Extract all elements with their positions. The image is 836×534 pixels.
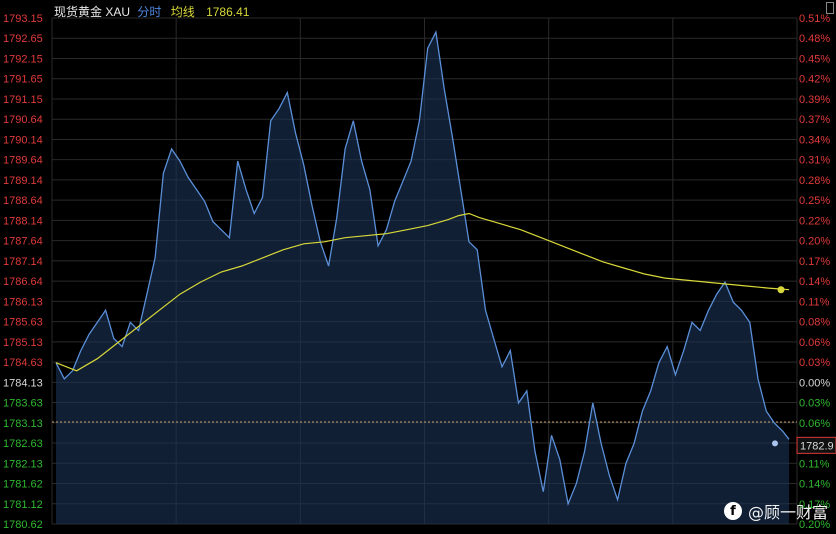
- y-tick-left: 1791.15: [3, 94, 43, 106]
- y-tick-left: 1786.64: [3, 276, 43, 288]
- y-tick-left: 1784.13: [3, 377, 43, 389]
- header-bar: 现货黄金 XAU 分时 均线 1786.41: [54, 3, 249, 20]
- y-tick-left: 1787.64: [3, 236, 43, 248]
- y-tick-right: 0.06%: [799, 337, 830, 349]
- y-tick-left: 1780.62: [3, 519, 43, 529]
- y-tick-right: 0.37%: [799, 114, 830, 126]
- y-tick-right: 0.20%: [799, 236, 830, 248]
- y-tick-left: 1788.64: [3, 195, 43, 207]
- y-tick-left: 1790.64: [3, 114, 43, 126]
- y-tick-right: 0.28%: [799, 175, 830, 187]
- y-tick-right: 0.25%: [799, 195, 830, 207]
- y-tick-right: 0.39%: [799, 94, 830, 106]
- y-tick-right: 0.00%: [799, 377, 830, 389]
- mode-tab[interactable]: 分时: [137, 5, 161, 19]
- y-tick-left: 1789.14: [3, 175, 43, 187]
- y-tick-right: 0.08%: [799, 317, 830, 329]
- y-tick-left: 1789.64: [3, 155, 43, 167]
- y-tick-right: 0.22%: [799, 215, 830, 227]
- y-tick-right: 0.03%: [799, 357, 830, 369]
- y-tick-left: 1785.13: [3, 337, 43, 349]
- y-tick-right: 0.03%: [799, 398, 830, 410]
- y-tick-left: 1788.14: [3, 215, 43, 227]
- watermark: f @顾一财富: [723, 499, 828, 523]
- chart-area: 1793.15 1792.65 1792.15 1791.65 1791.15 1790.…: [0, 0, 836, 531]
- average-end-dot: [777, 286, 785, 294]
- y-tick-left: 1783.63: [3, 398, 43, 410]
- price-end-dot: [772, 440, 778, 447]
- y-tick-left: 1782.63: [3, 438, 43, 450]
- y-tick-right: 0.14%: [799, 479, 830, 491]
- y-tick-left: 1792.65: [3, 33, 43, 45]
- y-tick-left: 1781.12: [3, 499, 43, 511]
- y-tick-right: 0.51%: [799, 13, 830, 25]
- y-tick-right: 0.06%: [799, 418, 830, 430]
- y-tick-left: 1787.14: [3, 256, 43, 268]
- y-tick-left: 1786.13: [3, 296, 43, 308]
- instrument-name: 现货黄金 XAU: [54, 5, 131, 19]
- y-tick-right: 0.34%: [799, 134, 830, 146]
- ma-value: 1786.41: [206, 5, 250, 19]
- y-tick-right: 0.42%: [799, 74, 830, 86]
- last-price-label: 1782.9: [800, 440, 834, 452]
- y-tick-right: 0.31%: [799, 155, 830, 167]
- brand-logo-icon: f: [723, 502, 742, 520]
- y-tick-right: 0.17%: [799, 256, 830, 268]
- y-tick-right: 0.14%: [799, 276, 830, 288]
- watermark-text: @顾一财富: [747, 503, 828, 522]
- y-tick-right: 0.45%: [799, 53, 830, 65]
- y-tick-left: 1783.13: [3, 418, 43, 430]
- y-tick-right: 0.48%: [799, 33, 830, 45]
- y-tick-right: 0.11%: [799, 296, 830, 308]
- ma-label: 均线: [170, 5, 195, 19]
- chart-svg: 1793.15 1792.65 1792.15 1791.65 1791.15 1790.…: [3, 13, 836, 531]
- y-tick-right: 0.11%: [799, 458, 830, 470]
- price-area: [56, 32, 789, 524]
- y-tick-left: 1790.14: [3, 134, 43, 146]
- y-tick-left: 1782.13: [3, 458, 43, 470]
- y-tick-left: 1791.65: [3, 74, 43, 86]
- y-tick-left: 1793.15: [3, 13, 43, 25]
- y-tick-left: 1781.62: [3, 479, 43, 491]
- y-tick-left: 1785.63: [3, 317, 43, 329]
- y-tick-left: 1784.63: [3, 357, 43, 369]
- settings-icon[interactable]: [826, 2, 834, 14]
- y-tick-left: 1792.15: [3, 53, 43, 65]
